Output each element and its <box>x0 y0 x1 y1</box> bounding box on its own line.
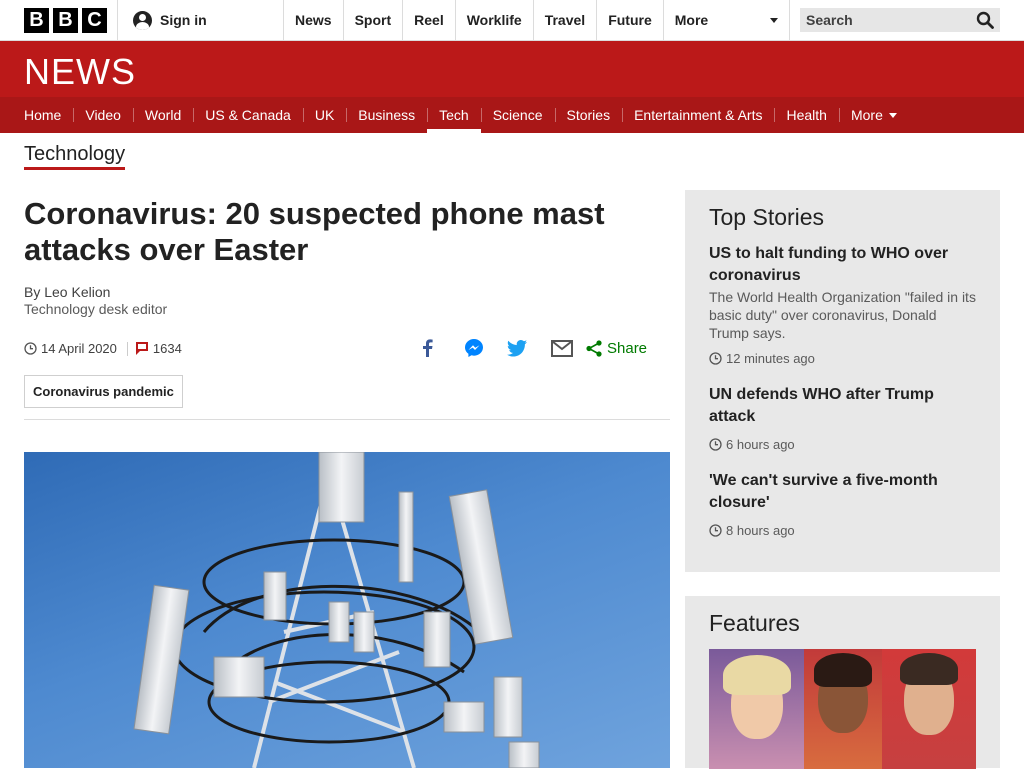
messenger-icon <box>465 339 483 357</box>
story-time: 6 hours ago <box>709 437 976 452</box>
global-nav-more-label: More <box>674 12 709 28</box>
news-logo[interactable]: NEWS <box>24 51 136 93</box>
messenger-share-button[interactable] <box>463 337 485 359</box>
story-time-label: 6 hours ago <box>726 437 795 452</box>
clock-icon <box>709 524 722 537</box>
global-nav: News Sport Reel Worklife Travel Future M… <box>284 0 790 40</box>
story-time: 8 hours ago <box>709 523 976 538</box>
section-nav: Home Video World US & Canada UK Business… <box>0 97 1024 133</box>
nav-entertainment-arts[interactable]: Entertainment & Arts <box>622 97 774 133</box>
nav-uk[interactable]: UK <box>302 97 346 133</box>
global-nav-future[interactable]: Future <box>597 0 664 40</box>
story-time-label: 8 hours ago <box>726 523 795 538</box>
nav-more-label: More <box>850 107 883 123</box>
bbc-masthead: B B C Sign in News Sport Reel Worklife T… <box>0 0 1024 41</box>
nav-stories[interactable]: Stories <box>554 97 623 133</box>
nav-tech[interactable]: Tech <box>427 97 481 133</box>
list-item[interactable]: 'We can't survive a five-month closure' … <box>709 470 976 538</box>
topic-tag[interactable]: Coronavirus pandemic <box>24 375 183 408</box>
phone-mast-image <box>133 452 540 768</box>
article-headline: Coronavirus: 20 suspected phone mast att… <box>24 196 605 267</box>
search-placeholder: Search <box>806 12 853 28</box>
chevron-down-icon <box>888 112 897 118</box>
story-summary: The World Health Organization "failed in… <box>709 289 976 341</box>
sign-in-label: Sign in <box>160 12 207 28</box>
story-time: 12 minutes ago <box>709 351 976 366</box>
story-title[interactable]: UN defends WHO after Trump attack <box>709 384 976 428</box>
chevron-down-icon <box>769 17 778 23</box>
twitter-icon <box>507 339 527 356</box>
story-title[interactable]: US to halt funding to WHO over coronavir… <box>709 243 976 287</box>
email-icon <box>551 339 573 357</box>
nav-health[interactable]: Health <box>774 97 838 133</box>
feature-portrait <box>709 649 804 769</box>
clock-icon <box>24 342 37 355</box>
nav-business[interactable]: Business <box>346 97 427 133</box>
account-icon <box>133 10 152 30</box>
email-share-button[interactable] <box>551 337 573 359</box>
global-nav-news[interactable]: News <box>284 0 344 40</box>
nav-us-canada[interactable]: US & Canada <box>193 97 303 133</box>
search-input[interactable]: Search <box>800 8 1000 32</box>
clock-icon <box>709 438 722 451</box>
top-stories-panel: Top Stories US to halt funding to WHO ov… <box>685 190 1000 572</box>
news-header: NEWS <box>0 41 1024 97</box>
sign-in-button[interactable]: Sign in <box>117 0 284 40</box>
meta-divider <box>126 341 128 356</box>
logo-letter: B <box>24 8 49 33</box>
bbc-logo[interactable]: B B C <box>24 8 107 33</box>
facebook-share-button[interactable] <box>416 337 438 359</box>
facebook-icon <box>423 339 433 357</box>
share-button[interactable]: Share <box>586 340 647 357</box>
global-nav-travel[interactable]: Travel <box>534 0 598 40</box>
publish-date: 14 April 2020 <box>41 341 117 356</box>
top-stories-heading: Top Stories <box>709 204 825 230</box>
nav-science[interactable]: Science <box>480 97 555 133</box>
features-heading: Features <box>709 610 800 636</box>
logo-letter: B <box>53 8 78 33</box>
nav-more[interactable]: More <box>838 97 909 133</box>
article-meta: 14 April 2020 1634 <box>24 340 182 357</box>
feature-portrait <box>882 649 976 769</box>
twitter-share-button[interactable] <box>506 337 528 359</box>
share-label: Share <box>607 339 648 357</box>
author-name: By Leo Kelion <box>24 284 111 300</box>
global-nav-sport[interactable]: Sport <box>344 0 404 40</box>
byline: By Leo Kelion Technology desk editor <box>24 284 167 318</box>
story-time-label: 12 minutes ago <box>726 351 815 366</box>
feature-portrait <box>804 649 882 769</box>
global-nav-reel[interactable]: Reel <box>403 0 456 40</box>
clock-icon <box>709 352 722 365</box>
share-tools: Share <box>416 337 647 359</box>
logo-letter: C <box>82 8 107 33</box>
section-title[interactable]: Technology <box>24 143 126 170</box>
author-role: Technology desk editor <box>24 301 168 317</box>
nav-home[interactable]: Home <box>12 97 73 133</box>
comments-icon[interactable] <box>135 342 148 355</box>
search-icon[interactable] <box>976 11 994 29</box>
global-nav-worklife[interactable]: Worklife <box>456 0 534 40</box>
features-image[interactable] <box>709 649 976 769</box>
story-title[interactable]: 'We can't survive a five-month closure' <box>709 470 976 514</box>
list-item[interactable]: US to halt funding to WHO over coronavir… <box>709 243 976 366</box>
nav-video[interactable]: Video <box>73 97 133 133</box>
list-item[interactable]: UN defends WHO after Trump attack 6 hour… <box>709 384 976 452</box>
hero-image <box>24 452 670 768</box>
share-icon <box>586 339 602 357</box>
features-panel: Features <box>685 596 1000 769</box>
article-divider <box>24 419 670 420</box>
comment-count[interactable]: 1634 <box>153 341 182 356</box>
global-nav-more[interactable]: More <box>664 0 790 40</box>
nav-world[interactable]: World <box>132 97 193 133</box>
